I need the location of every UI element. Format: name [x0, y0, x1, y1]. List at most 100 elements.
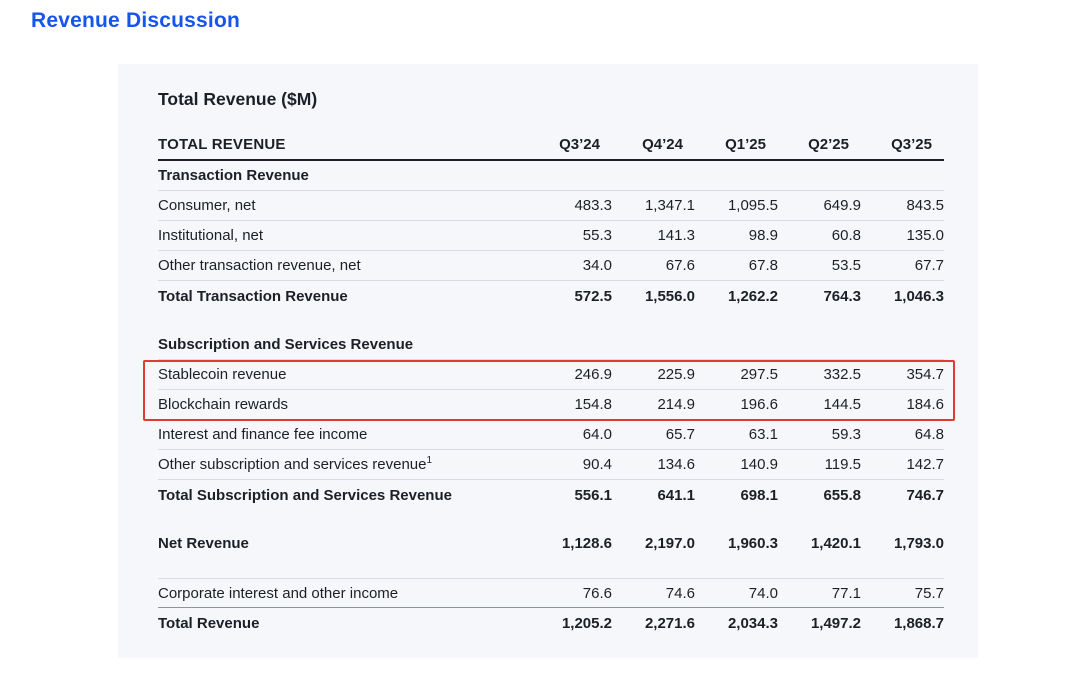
value-cell: 246.9	[529, 366, 612, 383]
value-cell: 53.5	[778, 257, 861, 274]
value-cell: 1,556.0	[612, 288, 695, 305]
value-cell: 64.0	[529, 426, 612, 443]
value-cell: 698.1	[695, 487, 778, 504]
column-header-q4-24: Q4’24	[612, 136, 695, 153]
row-label-text: Other subscription and services revenue	[158, 456, 426, 473]
value-cell: 140.9	[695, 456, 778, 473]
value-cell: 67.8	[695, 257, 778, 274]
value-cell: 75.7	[861, 585, 944, 602]
value-cell: 1,793.0	[861, 535, 944, 552]
column-header-q1-25: Q1’25	[695, 136, 778, 153]
value-cell: 483.3	[529, 197, 612, 214]
row-label: Consumer, net	[158, 197, 529, 214]
section-subscription-services-revenue: Subscription and Services Revenue	[158, 330, 944, 360]
value-cell: 214.9	[612, 396, 695, 413]
value-cell: 196.6	[695, 396, 778, 413]
row-total-transaction-revenue: Total Transaction Revenue 572.5 1,556.0 …	[158, 281, 944, 311]
value-cell: 1,497.2	[778, 615, 861, 632]
row-stablecoin-revenue: Stablecoin revenue 246.9 225.9 297.5 332…	[158, 360, 944, 390]
section-spacer	[158, 311, 944, 330]
section-label: Transaction Revenue	[158, 167, 944, 184]
value-cell: 843.5	[861, 197, 944, 214]
row-label: Blockchain rewards	[158, 396, 529, 413]
row-institutional-net: Institutional, net 55.3 141.3 98.9 60.8 …	[158, 221, 944, 251]
value-cell: 1,095.5	[695, 197, 778, 214]
value-cell: 55.3	[529, 227, 612, 244]
value-cell: 2,271.6	[612, 615, 695, 632]
row-label: Institutional, net	[158, 227, 529, 244]
value-cell: 65.7	[612, 426, 695, 443]
value-cell: 142.7	[861, 456, 944, 473]
row-interest-finance-fee-income: Interest and finance fee income 64.0 65.…	[158, 420, 944, 450]
row-label: Total Transaction Revenue	[158, 288, 529, 305]
value-cell: 144.5	[778, 396, 861, 413]
value-cell: 746.7	[861, 487, 944, 504]
row-corporate-interest-other-income: Corporate interest and other income 76.6…	[158, 578, 944, 608]
value-cell: 77.1	[778, 585, 861, 602]
value-cell: 649.9	[778, 197, 861, 214]
row-blockchain-rewards: Blockchain rewards 154.8 214.9 196.6 144…	[158, 390, 944, 420]
value-cell: 134.6	[612, 456, 695, 473]
revenue-table-card: Total Revenue ($M) TOTAL REVENUE Q3’24 Q…	[118, 64, 978, 658]
row-net-revenue: Net Revenue 1,128.6 2,197.0 1,960.3 1,42…	[158, 528, 944, 558]
row-label: Net Revenue	[158, 535, 529, 552]
column-header-q3-25: Q3’25	[861, 136, 944, 153]
value-cell: 2,034.3	[695, 615, 778, 632]
section-spacer	[158, 558, 944, 578]
table-title: Total Revenue ($M)	[158, 86, 944, 112]
row-label: Stablecoin revenue	[158, 366, 529, 383]
value-cell: 572.5	[529, 288, 612, 305]
value-cell: 60.8	[778, 227, 861, 244]
row-other-subscription-services-revenue: Other subscription and services revenue1…	[158, 450, 944, 480]
value-cell: 74.6	[612, 585, 695, 602]
column-header-q2-25: Q2’25	[778, 136, 861, 153]
value-cell: 34.0	[529, 257, 612, 274]
value-cell: 90.4	[529, 456, 612, 473]
value-cell: 63.1	[695, 426, 778, 443]
value-cell: 2,197.0	[612, 535, 695, 552]
section-transaction-revenue: Transaction Revenue	[158, 161, 944, 191]
value-cell: 154.8	[529, 396, 612, 413]
value-cell: 1,262.2	[695, 288, 778, 305]
value-cell: 1,960.3	[695, 535, 778, 552]
value-cell: 556.1	[529, 487, 612, 504]
value-cell: 1,868.7	[861, 615, 944, 632]
row-total-revenue: Total Revenue 1,205.2 2,271.6 2,034.3 1,…	[158, 608, 944, 638]
value-cell: 332.5	[778, 366, 861, 383]
value-cell: 655.8	[778, 487, 861, 504]
value-cell: 67.7	[861, 257, 944, 274]
value-cell: 1,046.3	[861, 288, 944, 305]
value-cell: 1,347.1	[612, 197, 695, 214]
value-cell: 1,420.1	[778, 535, 861, 552]
value-cell: 641.1	[612, 487, 695, 504]
value-cell: 225.9	[612, 366, 695, 383]
section-spacer	[158, 510, 944, 528]
value-cell: 67.6	[612, 257, 695, 274]
value-cell: 76.6	[529, 585, 612, 602]
value-cell: 1,205.2	[529, 615, 612, 632]
value-cell: 98.9	[695, 227, 778, 244]
row-total-subscription-services-revenue: Total Subscription and Services Revenue …	[158, 480, 944, 510]
value-cell: 64.8	[861, 426, 944, 443]
row-label: Other transaction revenue, net	[158, 257, 529, 274]
value-cell: 354.7	[861, 366, 944, 383]
row-consumer-net: Consumer, net 483.3 1,347.1 1,095.5 649.…	[158, 191, 944, 221]
row-label: Total Subscription and Services Revenue	[158, 487, 529, 504]
page-title: Revenue Discussion	[31, 9, 240, 33]
value-cell: 135.0	[861, 227, 944, 244]
row-label: Corporate interest and other income	[158, 585, 529, 602]
value-cell: 59.3	[778, 426, 861, 443]
table-header-row: TOTAL REVENUE Q3’24 Q4’24 Q1’25 Q2’25 Q3…	[158, 130, 944, 161]
column-header-q3-24: Q3’24	[529, 136, 612, 153]
row-label: Other subscription and services revenue1	[158, 456, 529, 473]
revenue-table: Total Revenue ($M) TOTAL REVENUE Q3’24 Q…	[158, 86, 944, 638]
value-cell: 1,128.6	[529, 535, 612, 552]
value-cell: 141.3	[612, 227, 695, 244]
row-label: Total Revenue	[158, 615, 529, 632]
header-label: TOTAL REVENUE	[158, 136, 529, 153]
value-cell: 184.6	[861, 396, 944, 413]
value-cell: 297.5	[695, 366, 778, 383]
row-other-transaction-revenue: Other transaction revenue, net 34.0 67.6…	[158, 251, 944, 281]
value-cell: 119.5	[778, 456, 861, 473]
footnote-marker: 1	[426, 455, 432, 466]
